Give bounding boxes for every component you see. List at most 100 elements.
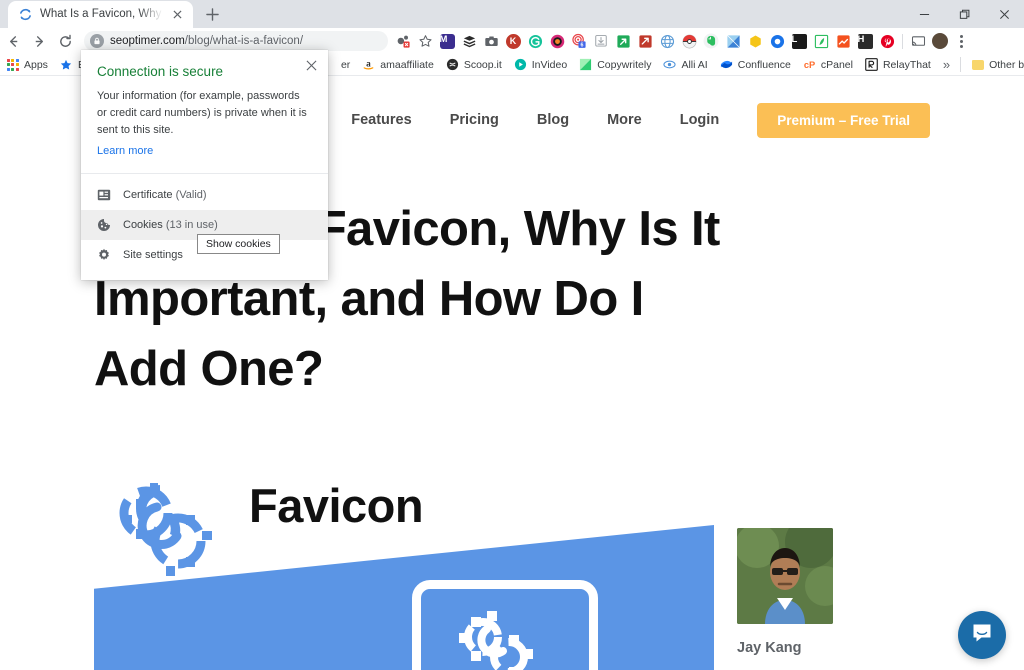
folder-icon [971, 58, 984, 71]
bookmarks-overflow-button[interactable]: » [937, 57, 956, 72]
browser-tab[interactable]: What Is a Favicon, Why Is It Impo [8, 1, 193, 28]
close-window-button[interactable] [984, 0, 1024, 28]
bookmark-item-3[interactable]: Scoop.it [440, 55, 508, 75]
amazon-icon: a [362, 58, 375, 71]
bookmark-star-icon[interactable] [414, 30, 436, 52]
honey-icon[interactable] [744, 30, 766, 52]
bookmark-item-9[interactable]: RelayThat [859, 55, 937, 75]
forward-button[interactable] [26, 28, 52, 54]
hero-card-gear-icon [457, 611, 557, 670]
popup-divider [81, 173, 328, 174]
cookie-icon [97, 218, 111, 232]
seoquake-icon[interactable]: 6 [568, 30, 590, 52]
url-host: seoptimer.com [110, 35, 185, 47]
loom-icon[interactable] [766, 30, 788, 52]
analytics-icon[interactable] [832, 30, 854, 52]
nav-link-pricing[interactable]: Pricing [450, 112, 499, 128]
popup-title: Connection is secure [97, 64, 224, 79]
site-security-popup: Connection is secure Your information (f… [81, 50, 328, 280]
instagram-icon[interactable] [546, 30, 568, 52]
layers-icon[interactable] [458, 30, 480, 52]
nav-link-blog[interactable]: Blog [537, 112, 569, 128]
bookmark-label: Confluence [737, 58, 791, 71]
pokeball-icon[interactable] [678, 30, 700, 52]
popup-row-label: Site settings [123, 249, 183, 261]
svg-text:cP: cP [804, 60, 815, 70]
linkedin-icon[interactable]: L [788, 30, 810, 52]
grammarly-icon[interactable] [524, 30, 546, 52]
camera-icon[interactable] [480, 30, 502, 52]
bookmarks-right-group: Other bookmark [956, 55, 1024, 75]
bookmark-label: Copywritely [597, 58, 652, 71]
bookmark-item-5[interactable]: Copywritely [573, 55, 657, 75]
browser-window: What Is a Favicon, Why Is It Impo [0, 0, 1024, 670]
bookmark-apps[interactable]: Apps [0, 55, 54, 75]
bookmark-label: cPanel [820, 58, 853, 71]
hemingway-icon[interactable]: H [854, 30, 876, 52]
reload-button[interactable] [52, 28, 78, 54]
trends-icon[interactable] [634, 30, 656, 52]
bookmark-item-4[interactable]: InVideo [508, 55, 573, 75]
invideo-icon [514, 58, 527, 71]
back-button[interactable] [0, 28, 26, 54]
close-icon[interactable] [303, 57, 319, 73]
globe-icon[interactable] [656, 30, 678, 52]
apps-grid-icon [6, 58, 19, 71]
bookmark-label: Scoop.it [463, 58, 502, 71]
popup-row-cookies[interactable]: Cookies (13 in use) Show cookies [81, 210, 328, 254]
star-icon [60, 58, 73, 71]
profile-avatar[interactable] [929, 30, 951, 52]
nav-link-features[interactable]: Features [351, 112, 411, 128]
bookmark-label: RelayThat [882, 58, 931, 71]
leaf-icon[interactable] [810, 30, 832, 52]
pinterest-icon[interactable] [876, 30, 898, 52]
other-bookmarks-folder[interactable]: Other bookmark [965, 55, 1024, 75]
extension-blocker-icon[interactable] [392, 30, 414, 52]
nav-link-login[interactable]: Login [680, 112, 719, 128]
chat-widget-button[interactable] [958, 611, 1006, 659]
tab-close-icon[interactable] [170, 7, 185, 22]
kebab-menu-icon[interactable] [951, 34, 971, 48]
popup-row-certificate[interactable]: Certificate (Valid) [81, 180, 328, 210]
learn-more-link[interactable]: Learn more [97, 145, 153, 157]
minimize-button[interactable] [904, 0, 944, 28]
bookmark-item-2[interactable]: a amaaffiliate [356, 55, 440, 75]
download-icon[interactable] [590, 30, 612, 52]
hero-image: Favicon [94, 453, 714, 670]
bookmark-label: Alli AI [681, 58, 708, 71]
favicon-gear-logo-icon [116, 471, 220, 594]
chat-bubble-icon [970, 621, 994, 650]
window-controls [904, 0, 1024, 28]
nav-link-more[interactable]: More [607, 112, 642, 128]
certificate-icon [97, 188, 111, 202]
seoptimer-logo-icon [18, 7, 33, 22]
keywords-everywhere-icon[interactable]: K [502, 30, 524, 52]
cast-icon[interactable] [907, 30, 929, 52]
hero-card-shape [412, 580, 598, 670]
author-avatar [737, 528, 833, 624]
cpanel-icon: cP [803, 58, 816, 71]
bookmarks-divider [960, 57, 962, 72]
tab-title: What Is a Favicon, Why Is It Impo [40, 8, 163, 20]
bookmark-label: Other bookmark [989, 58, 1024, 71]
popup-bottom-padding [81, 270, 328, 280]
export-icon[interactable] [612, 30, 634, 52]
confluence-icon [720, 58, 733, 71]
svg-text:a: a [366, 59, 371, 69]
author-card: Jay Kang Putting all things SEO under a … [737, 528, 927, 670]
show-cookies-tooltip: Show cookies [197, 234, 280, 254]
tab-strip: What Is a Favicon, Why Is It Impo [0, 0, 1024, 28]
bookmark-label: Apps [24, 58, 48, 71]
bookmark-item-7[interactable]: Confluence [714, 55, 797, 75]
popup-description: Your information (for example, passwords… [97, 90, 307, 136]
bookmark-item-6[interactable]: Alli AI [657, 55, 713, 75]
bookmark-item-8[interactable]: cP cPanel [797, 55, 859, 75]
address-bar[interactable]: seoptimer.com/blog/what-is-a-favicon/ [84, 31, 388, 51]
wordtune-icon[interactable]: M [436, 30, 458, 52]
new-tab-button[interactable] [199, 1, 225, 27]
lock-icon[interactable] [90, 34, 104, 48]
colorzilla-icon[interactable] [722, 30, 744, 52]
evernote-icon[interactable] [700, 30, 722, 52]
premium-free-trial-button[interactable]: Premium – Free Trial [757, 102, 930, 138]
maximize-button[interactable] [944, 0, 984, 28]
